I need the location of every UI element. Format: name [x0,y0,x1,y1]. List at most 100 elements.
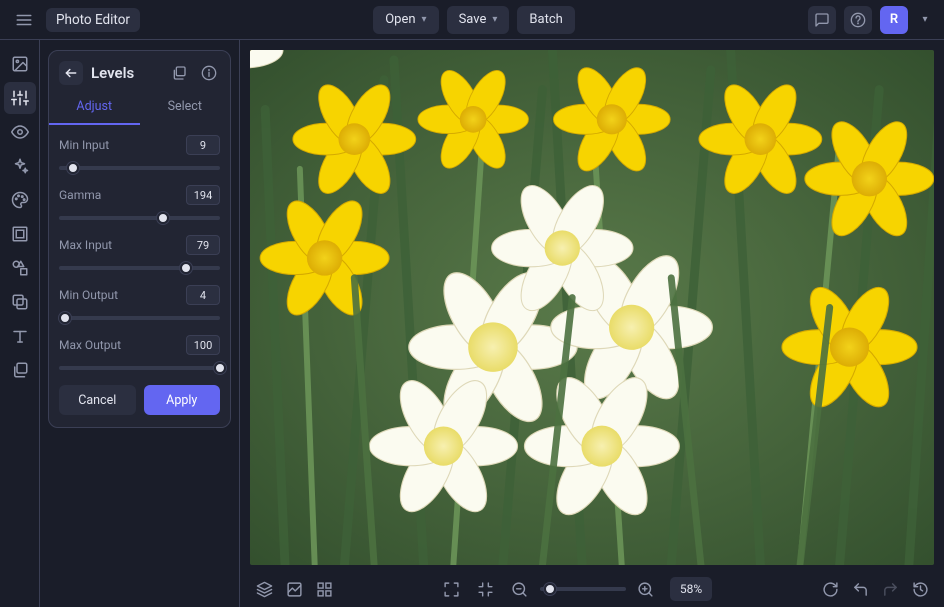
hamburger-icon [15,11,33,29]
menu-button[interactable] [10,6,38,34]
slider-row: Min Output 4 [59,285,220,325]
stack-icon [256,581,273,598]
panel-title: Levels [91,64,160,82]
zoom-in-icon [637,581,654,598]
zoom-value[interactable]: 58% [670,577,712,601]
comments-button[interactable] [808,6,836,34]
text-icon [11,327,29,345]
undo-button[interactable] [846,575,874,603]
app-title: Photo Editor [46,8,140,32]
save-button[interactable]: Save ▾ [447,6,510,34]
chevron-down-icon: ▾ [492,14,497,25]
apply-button[interactable]: Apply [144,385,221,415]
avatar[interactable]: R [880,6,908,34]
chevron-down-icon: ▾ [922,14,927,25]
layers-button[interactable] [250,575,278,603]
comment-icon [814,12,830,28]
eye-icon [11,123,29,141]
slider-label: Max Output [59,338,121,352]
copy-icon [171,65,187,81]
topbar: Photo Editor Open ▾ Save ▾ Batch R ▾ [0,0,944,40]
tool-overlay[interactable] [4,286,36,318]
redo-icon [882,581,899,598]
slider-label: Min Input [59,138,109,152]
refresh-icon [822,581,839,598]
open-label: Open [385,12,415,27]
slider-track[interactable] [59,361,220,375]
redo-button[interactable] [876,575,904,603]
account-menu-button[interactable]: ▾ [916,6,934,34]
overlay-icon [11,293,29,311]
slider-value-input[interactable]: 4 [186,285,220,305]
open-button[interactable]: Open ▾ [373,6,438,34]
arrow-left-icon [64,66,78,80]
slider-value-input[interactable]: 9 [186,135,220,155]
slider-track[interactable] [59,211,220,225]
zoom-out-button[interactable] [506,575,534,603]
grid-icon [316,581,333,598]
slider-value-input[interactable]: 79 [186,235,220,255]
batch-button[interactable]: Batch [517,6,574,34]
tool-ai[interactable] [4,150,36,182]
image-canvas[interactable] [250,50,934,565]
layers-icon [11,361,29,379]
maximize-icon [443,581,460,598]
zoom-slider[interactable] [540,582,626,596]
tool-rail [0,40,40,607]
fullscreen-button[interactable] [438,575,466,603]
tool-text[interactable] [4,320,36,352]
adjust-icon [11,89,29,107]
tool-shapes[interactable] [4,252,36,284]
slider-value-input[interactable]: 100 [186,335,220,355]
help-button[interactable] [844,6,872,34]
tab-select[interactable]: Select [140,91,231,125]
back-button[interactable] [59,61,83,85]
info-icon [201,65,217,81]
history-button[interactable] [906,575,934,603]
minimize-icon [477,581,494,598]
photo-icon [11,55,29,73]
slider-track[interactable] [59,261,220,275]
tool-paint[interactable] [4,184,36,216]
batch-label: Batch [529,12,562,27]
tool-photo[interactable] [4,48,36,80]
slider-track[interactable] [59,311,220,325]
undo-icon [852,581,869,598]
avatar-initial: R [890,12,898,27]
canvas-area: 58% [240,40,944,607]
slider-row: Min Input 9 [59,135,220,175]
levels-panel: Levels Adjust Select Min Input 9 Gamma 1 [48,50,231,428]
panel-tabs: Adjust Select [49,91,230,125]
slider-label: Max Input [59,238,112,252]
tab-adjust[interactable]: Adjust [49,91,140,125]
panel-info-button[interactable] [198,62,220,84]
frame-icon [11,225,29,243]
zoom-in-button[interactable] [632,575,660,603]
slider-row: Gamma 194 [59,185,220,225]
slider-track[interactable] [59,161,220,175]
tool-visibility[interactable] [4,116,36,148]
chevron-down-icon: ▾ [422,14,427,25]
tool-clone[interactable] [4,354,36,386]
slider-row: Max Output 100 [59,335,220,375]
tool-adjust[interactable] [4,82,36,114]
main: Levels Adjust Select Min Input 9 Gamma 1 [0,40,944,607]
cancel-button[interactable]: Cancel [59,385,136,415]
slider-label: Min Output [59,288,118,302]
fit-button[interactable] [472,575,500,603]
adjust-panel-wrap: Levels Adjust Select Min Input 9 Gamma 1 [40,40,240,607]
history-icon [912,581,929,598]
shapes-icon [11,259,29,277]
tool-frame[interactable] [4,218,36,250]
palette-icon [11,191,29,209]
compare-icon [286,581,303,598]
help-icon [850,12,866,28]
refresh-button[interactable] [816,575,844,603]
slider-label: Gamma [59,188,101,202]
zoom-out-icon [511,581,528,598]
slider-value-input[interactable]: 194 [186,185,220,205]
copy-settings-button[interactable] [168,62,190,84]
bottombar: 58% [240,571,944,607]
grid-button[interactable] [310,575,338,603]
compare-button[interactable] [280,575,308,603]
